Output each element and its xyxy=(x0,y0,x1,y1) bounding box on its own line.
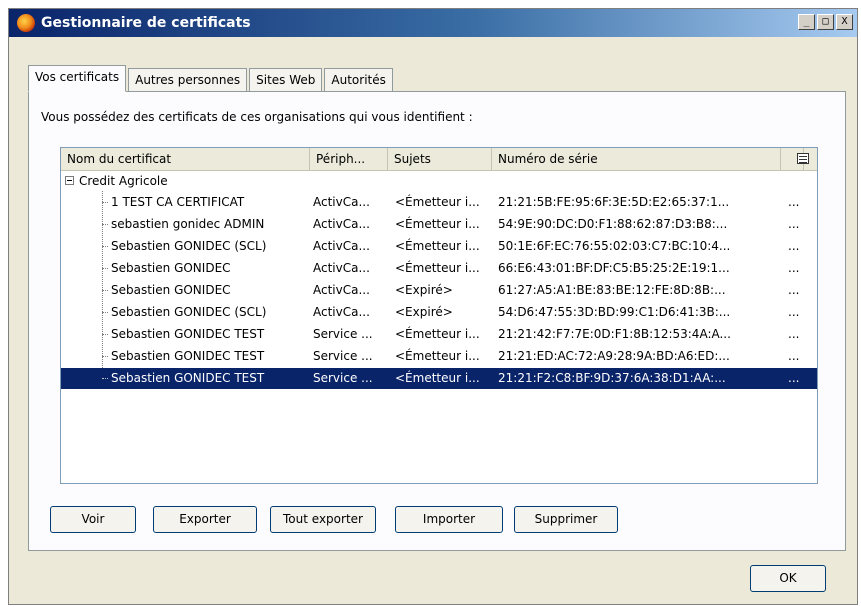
cert-subject: <Expiré> xyxy=(395,283,453,297)
cert-device: ActivCa... xyxy=(313,261,370,275)
cert-name: Sebastien GONIDEC TEST xyxy=(111,327,265,341)
cert-serial: 66:E6:43:01:BF:DF:C5:B5:25:2E:19:1... xyxy=(498,261,730,275)
cert-extra: ... xyxy=(788,217,800,231)
cert-subject: <Émetteur i... xyxy=(395,261,480,275)
export-button[interactable]: Exporter xyxy=(153,506,257,533)
minimize-button[interactable]: _ xyxy=(798,14,815,30)
tree-branch-line xyxy=(102,268,108,269)
export-all-button[interactable]: Tout exporter xyxy=(270,506,376,533)
cert-extra: ... xyxy=(788,283,800,297)
view-button[interactable]: Voir xyxy=(50,506,136,533)
cert-subject: <Émetteur i... xyxy=(395,239,480,253)
tab-panel: Vous possédez des certificats de ces org… xyxy=(28,91,846,551)
tab-strip: Vos certificats Autres personnes Sites W… xyxy=(28,65,395,92)
certificate-row[interactable]: Sebastien GONIDEC TEST Service ... <Émette… xyxy=(61,346,817,367)
cert-name: Sebastien GONIDEC TEST xyxy=(111,349,265,363)
cert-name: Sebastien GONIDEC (SCL) xyxy=(111,305,267,319)
cert-serial: 54:9E:90:DC:D0:F1:88:62:87:D3:B8:... xyxy=(498,217,728,231)
tree-branch-line xyxy=(102,246,108,247)
tree-branch-line xyxy=(102,202,108,203)
cert-subject: <Émetteur i... xyxy=(395,217,480,231)
collapse-icon[interactable] xyxy=(65,176,74,185)
cert-serial: 21:21:42:F7:7E:0D:F1:8B:12:53:4A:A... xyxy=(498,327,731,341)
cert-device: Service ... xyxy=(313,349,373,363)
cert-name: Sebastien GONIDEC xyxy=(111,283,231,297)
certificate-row[interactable]: Sebastien GONIDEC TEST Service ... <Émette… xyxy=(61,324,817,345)
intro-text: Vous possédez des certificats de ces org… xyxy=(41,110,473,124)
column-picker-icon[interactable] xyxy=(797,153,809,164)
certificate-row[interactable]: Sebastien GONIDEC (SCL) ActivCa... <Expiré… xyxy=(61,302,817,323)
cert-serial: 21:21:ED:AC:72:A9:28:9A:BD:A6:ED:... xyxy=(498,349,730,363)
tree-branch-line xyxy=(102,334,108,335)
cert-subject: <Émetteur i... xyxy=(395,195,480,209)
ok-button[interactable]: OK xyxy=(750,565,826,592)
tab-your-certificates[interactable]: Vos certificats xyxy=(28,65,127,92)
cert-serial: 50:1E:6F:EC:76:55:02:03:C7:BC:10:4... xyxy=(498,239,731,253)
cert-device: ActivCa... xyxy=(313,239,370,253)
certificate-tree[interactable]: Nom du certificat Périph... Sujets Numér… xyxy=(60,147,818,484)
cert-name: 1 TEST CA CERTIFICAT xyxy=(111,195,245,209)
cert-device: Service ... xyxy=(313,371,373,385)
certificate-row[interactable]: Sebastien GONIDEC ActivCa... <Émetteur i..… xyxy=(61,258,817,279)
column-header-serial[interactable]: Numéro de série xyxy=(492,148,781,170)
cert-serial: 61:27:A5:A1:BE:83:BE:12:FE:8D:8B:... xyxy=(498,283,726,297)
cert-extra: ... xyxy=(788,195,800,209)
cert-name: Sebastien GONIDEC (SCL) xyxy=(111,239,267,253)
cert-subject: <Émetteur i... xyxy=(395,327,480,341)
cert-device: ActivCa... xyxy=(313,195,370,209)
cert-name: Sebastien GONIDEC xyxy=(111,261,231,275)
maximize-button[interactable]: □ xyxy=(817,14,834,30)
certificate-row[interactable]: Sebastien GONIDEC (SCL) ActivCa... <Émette… xyxy=(61,236,817,257)
tree-branch-line xyxy=(102,356,108,357)
cert-extra: ... xyxy=(788,371,800,385)
cert-extra: ... xyxy=(788,349,800,363)
column-header-device[interactable]: Périph... xyxy=(310,148,388,170)
column-header-name[interactable]: Nom du certificat xyxy=(61,148,310,170)
tree-branch-line xyxy=(102,378,108,379)
cert-extra: ... xyxy=(788,239,800,253)
tree-group-row[interactable]: Credit Agricole xyxy=(61,171,817,192)
cert-device: ActivCa... xyxy=(313,305,370,319)
cert-serial: 21:21:5B:FE:95:6F:3E:5D:E2:65:37:1... xyxy=(498,195,730,209)
cert-extra: ... xyxy=(788,327,800,341)
certificate-manager-window: Gestionnaire de certificats _ □ X Vos ce… xyxy=(8,8,858,605)
certificate-row-selected[interactable]: Sebastien GONIDEC TEST Service ... <Émette… xyxy=(61,368,817,389)
tab-authorities[interactable]: Autorités xyxy=(324,68,393,92)
column-header-subjects[interactable]: Sujets xyxy=(388,148,492,170)
import-button[interactable]: Importer xyxy=(395,506,503,533)
tree-branch-line xyxy=(102,224,108,225)
certificate-row[interactable]: Sebastien GONIDEC ActivCa... <Expiré> 61:27… xyxy=(61,280,817,301)
cert-subject: <Émetteur i... xyxy=(395,371,480,385)
certificate-row[interactable]: sebastien gonidec ADMIN ActivCa... <Émette… xyxy=(61,214,817,235)
cert-extra: ... xyxy=(788,305,800,319)
delete-button[interactable]: Supprimer xyxy=(514,506,618,533)
cert-device: ActivCa... xyxy=(313,283,370,297)
tree-branch-line xyxy=(102,312,108,313)
cert-subject: <Expiré> xyxy=(395,305,453,319)
group-label: Credit Agricole xyxy=(79,174,168,188)
tab-other-people[interactable]: Autres personnes xyxy=(128,68,248,92)
title-bar[interactable]: Gestionnaire de certificats _ □ X xyxy=(9,9,857,37)
cert-device: Service ... xyxy=(313,327,373,341)
column-header-row: Nom du certificat Périph... Sujets Numér… xyxy=(61,148,817,171)
window-title: Gestionnaire de certificats xyxy=(41,15,251,31)
cert-extra: ... xyxy=(788,261,800,275)
certificate-row[interactable]: 1 TEST CA CERTIFICAT ActivCa... <Émetteur … xyxy=(61,192,817,213)
cert-device: ActivCa... xyxy=(313,217,370,231)
window-controls: _ □ X xyxy=(798,14,853,30)
close-button[interactable]: X xyxy=(836,14,853,30)
cert-name: sebastien gonidec ADMIN xyxy=(111,217,265,231)
tree-branch-line xyxy=(102,290,108,291)
tab-websites[interactable]: Sites Web xyxy=(249,68,323,92)
cert-serial: 54:D6:47:55:3D:BD:99:C1:D6:41:3B:... xyxy=(498,305,731,319)
firefox-icon xyxy=(17,14,35,32)
cert-subject: <Émetteur i... xyxy=(395,349,480,363)
cert-name: Sebastien GONIDEC TEST xyxy=(111,371,265,385)
cert-serial: 21:21:F2:C8:BF:9D:37:6A:38:D1:AA:... xyxy=(498,371,726,385)
